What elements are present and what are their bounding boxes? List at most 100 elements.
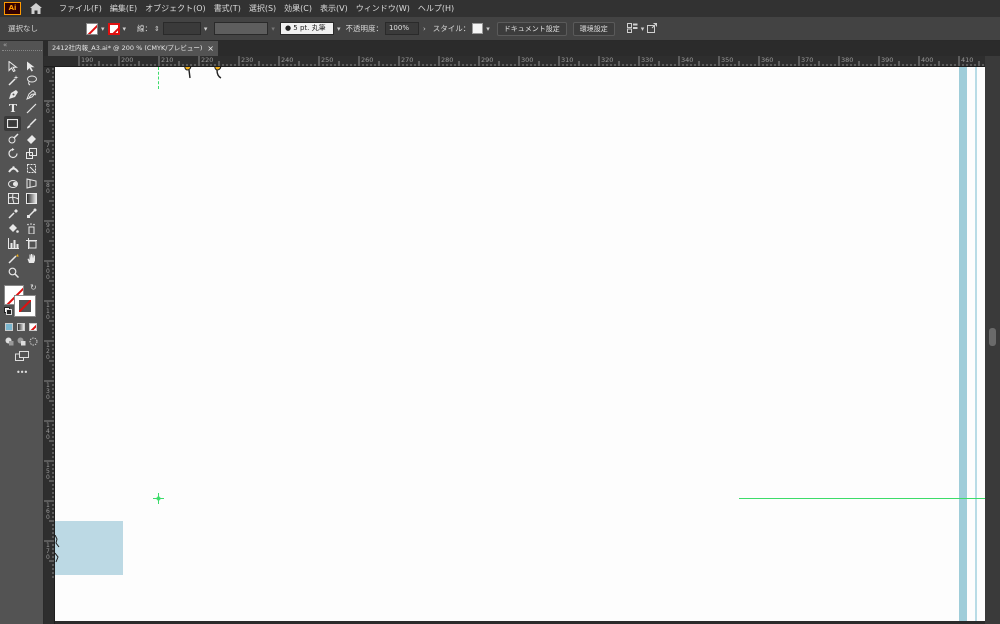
width-tool-icon[interactable] xyxy=(6,162,20,175)
paintbrush-tool-icon[interactable] xyxy=(24,117,38,130)
eraser-tool-icon[interactable] xyxy=(24,132,38,145)
pen-tool-icon[interactable] xyxy=(6,88,20,101)
stroke-swatch[interactable] xyxy=(107,22,120,35)
stroke-color-box[interactable] xyxy=(14,295,36,317)
opacity-label[interactable]: 不透明度： xyxy=(345,23,383,34)
menu-view[interactable]: 表示(V) xyxy=(320,3,348,14)
type-tool-icon[interactable]: T xyxy=(6,102,20,115)
ruler-label: 130 xyxy=(46,382,50,401)
perspective-grid-tool-icon[interactable] xyxy=(24,177,38,190)
arrange-documents-icon[interactable] xyxy=(626,22,638,35)
gradient-tool-icon[interactable] xyxy=(24,192,38,205)
ruler-label: 330 xyxy=(641,56,654,64)
stroke-label: 線： xyxy=(137,24,153,33)
ruler-label: 340 xyxy=(681,56,694,64)
free-transform-tool-icon[interactable] xyxy=(24,162,38,175)
chevron-down-icon[interactable]: ▾ xyxy=(271,25,275,33)
scrollbar-thumb[interactable] xyxy=(989,328,996,346)
mesh-tool-icon[interactable] xyxy=(6,192,20,205)
live-paint-bucket-icon[interactable] xyxy=(6,222,20,235)
ruler-label: 320 xyxy=(601,56,614,64)
style-label[interactable]: スタイル： xyxy=(433,23,471,34)
panel-grip[interactable] xyxy=(2,50,42,52)
chevron-down-icon[interactable]: ▾ xyxy=(337,25,341,33)
shaper-tool-icon[interactable] xyxy=(6,132,20,145)
chevron-down-icon[interactable]: ▾ xyxy=(101,25,105,33)
draw-inside-icon[interactable] xyxy=(29,337,38,348)
fill-swatch[interactable] xyxy=(86,22,98,35)
chevron-down-icon[interactable]: ▾ xyxy=(486,25,490,33)
draw-behind-icon[interactable] xyxy=(17,337,26,348)
ruler-label: 390 xyxy=(881,56,894,64)
vertical-ruler[interactable]: 50 60 70 80 90 100 110 120 130 140 150 160 170 xyxy=(44,67,55,624)
rotate-tool-icon[interactable] xyxy=(6,147,20,160)
menu-object[interactable]: オブジェクト(O) xyxy=(145,3,206,14)
smart-guide-horizontal xyxy=(739,498,985,499)
close-icon[interactable]: × xyxy=(207,41,214,56)
chevron-down-icon[interactable]: ▾ xyxy=(204,25,208,33)
character-feet-illustration[interactable] xyxy=(181,67,226,84)
chevron-right-icon[interactable]: › xyxy=(423,25,426,33)
direct-selection-tool-icon[interactable] xyxy=(24,60,38,73)
ruler-label: 410 xyxy=(961,56,974,64)
color-mode-icon[interactable] xyxy=(5,323,13,331)
chevron-down-icon[interactable]: ▾ xyxy=(641,25,645,33)
chevron-down-icon[interactable]: ▾ xyxy=(123,25,127,33)
magic-wand-tool-icon[interactable] xyxy=(6,74,20,87)
app-logo[interactable]: Ai xyxy=(4,2,21,15)
screen-mode-icon[interactable] xyxy=(15,351,29,363)
ruler-label: 260 xyxy=(361,56,374,64)
line-segment-tool-icon[interactable] xyxy=(24,102,38,115)
variable-width-profile[interactable] xyxy=(214,22,269,35)
gradient-mode-icon[interactable] xyxy=(17,323,25,331)
selection-tool-icon[interactable] xyxy=(6,60,20,73)
vertical-scrollbar[interactable] xyxy=(985,56,1000,624)
brush-dot-icon: ● xyxy=(284,24,292,32)
scale-tool-icon[interactable] xyxy=(24,147,38,160)
default-fill-stroke-icon[interactable] xyxy=(4,307,12,317)
symbol-sprayer-tool-icon[interactable] xyxy=(24,222,38,235)
artboard-tool-icon[interactable] xyxy=(24,237,38,250)
brush-value: 5 pt. 丸筆 xyxy=(293,24,326,32)
hand-tool-icon[interactable] xyxy=(24,252,38,265)
artboard-canvas[interactable] xyxy=(55,67,985,621)
menu-bar: Ai ファイル(F) 編集(E) オブジェクト(O) 書式(T) 選択(S) 効… xyxy=(0,0,1000,17)
shape-builder-tool-icon[interactable] xyxy=(6,177,20,190)
opacity-field[interactable]: 100% xyxy=(384,22,419,35)
blend-tool-icon[interactable] xyxy=(24,207,38,220)
share-icon[interactable] xyxy=(647,22,658,35)
menu-window[interactable]: ウィンドウ(W) xyxy=(356,3,410,14)
menu-effect[interactable]: 効果(C) xyxy=(284,3,312,14)
document-tab[interactable]: 2412社内報_A3.ai* @ 200 % (CMYK/プレビュー) × xyxy=(48,41,218,56)
ruler-label: 310 xyxy=(561,56,574,64)
zoom-tool-icon[interactable] xyxy=(6,266,20,279)
ruler-label: 350 xyxy=(721,56,734,64)
slice-tool-icon[interactable] xyxy=(6,252,20,265)
none-mode-icon[interactable] xyxy=(29,323,37,331)
collapse-panel-icon[interactable]: « xyxy=(3,41,7,49)
ruler-label: 160 xyxy=(46,502,50,521)
menu-select[interactable]: 選択(S) xyxy=(249,3,276,14)
lasso-tool-icon[interactable] xyxy=(24,74,38,87)
document-setup-button[interactable]: ドキュメント設定 xyxy=(496,21,567,36)
menu-type[interactable]: 書式(T) xyxy=(214,3,241,14)
horizontal-ruler[interactable]: 190 200 210 220 230 240 250 260 270 280 290 300 310 3… xyxy=(44,56,985,67)
column-graph-tool-icon[interactable] xyxy=(6,237,20,250)
preferences-button[interactable]: 環境設定 xyxy=(572,21,615,36)
stepper-icon[interactable]: ⇕ xyxy=(154,25,160,33)
eyedropper-tool-icon[interactable] xyxy=(6,207,20,220)
rectangle-tool-icon[interactable] xyxy=(4,116,21,131)
menu-edit[interactable]: 編集(E) xyxy=(110,3,137,14)
stroke-weight-field[interactable] xyxy=(162,22,201,35)
curvature-tool-icon[interactable] xyxy=(24,88,38,101)
edit-toolbar-icon[interactable]: ••• xyxy=(16,368,28,377)
menu-file[interactable]: ファイル(F) xyxy=(59,3,102,14)
ruler-label: 220 xyxy=(201,56,214,64)
brush-definition[interactable]: ● 5 pt. 丸筆 xyxy=(279,22,334,35)
draw-normal-icon[interactable] xyxy=(5,337,14,348)
menu-help[interactable]: ヘルプ(H) xyxy=(418,3,454,14)
selected-rectangle[interactable] xyxy=(55,521,123,575)
style-swatch[interactable] xyxy=(472,23,484,34)
swap-fill-stroke-icon[interactable]: ↻ xyxy=(30,283,37,292)
home-icon[interactable] xyxy=(27,2,45,16)
